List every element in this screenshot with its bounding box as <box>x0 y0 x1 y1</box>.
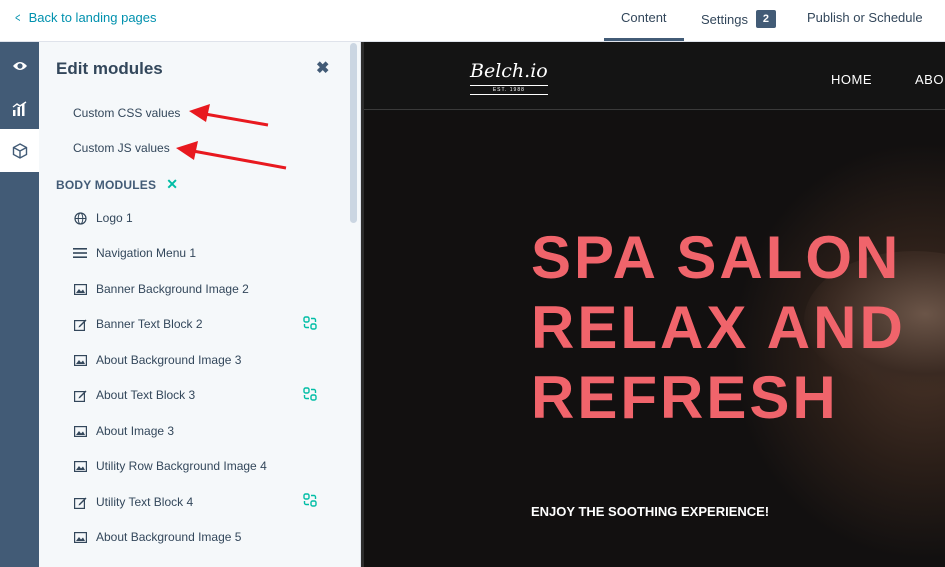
module-label: About Image 3 <box>96 424 175 438</box>
module-label: About Background Image 5 <box>96 530 242 544</box>
hero-title-line: SPA SALON <box>531 224 902 291</box>
logo-text: Belch.io <box>470 60 548 82</box>
panel-title: Edit modules <box>56 59 163 78</box>
module-about-background-image-3[interactable]: About Background Image 3 <box>73 353 241 367</box>
optimize-button[interactable] <box>0 87 39 130</box>
module-label: About Background Image 3 <box>96 353 242 367</box>
modules-button[interactable] <box>0 129 39 172</box>
custom-js-values-link[interactable]: Custom JS values <box>73 141 170 155</box>
edit-modules-panel: Edit modules ✖ Custom CSS values Custom … <box>39 42 361 567</box>
cube-icon <box>12 142 27 159</box>
global-module-icon[interactable] <box>303 493 317 507</box>
edit-icon <box>73 495 87 509</box>
chart-icon <box>12 100 26 116</box>
edit-icon <box>73 317 87 331</box>
eye-icon <box>12 61 27 70</box>
image-icon <box>73 530 87 544</box>
image-icon <box>73 459 87 473</box>
tab-content[interactable]: Content <box>621 10 667 25</box>
hero-title: SPA SALON RELAX AND REFRESH <box>531 223 906 433</box>
module-label: Banner Background Image 2 <box>96 282 249 296</box>
collapse-x-icon[interactable]: ✕ <box>166 176 178 193</box>
settings-count-badge: 2 <box>755 10 776 28</box>
module-label: Utility Text Block 4 <box>96 495 194 509</box>
module-label: Banner Text Block 2 <box>96 317 203 331</box>
close-icon[interactable]: ✖ <box>316 61 329 77</box>
tab-settings-label: Settings <box>701 11 748 27</box>
top-bar: < Back to landing pages Content Settings… <box>0 0 945 42</box>
page-preview: Belch.io EST. 1988 HOME ABO SPA SALON RE… <box>361 42 945 567</box>
site-logo[interactable]: Belch.io EST. 1988 <box>470 60 548 95</box>
custom-css-values-link[interactable]: Custom CSS values <box>73 106 180 120</box>
global-module-icon[interactable] <box>303 316 317 330</box>
module-label: About Text Block 3 <box>96 388 196 402</box>
hero-title-line: RELAX AND <box>531 294 906 361</box>
tab-settings[interactable]: Settings 2 <box>701 10 776 28</box>
module-label: Logo 1 <box>96 211 133 225</box>
left-icon-rail <box>0 42 39 567</box>
site-nav-home[interactable]: HOME <box>831 72 872 87</box>
module-banner-background-image-2[interactable]: Banner Background Image 2 <box>73 282 249 296</box>
globe-icon <box>73 211 87 225</box>
body-modules-section-header: BODY MODULES ✕ <box>56 176 178 193</box>
chevron-left-icon: < <box>15 10 21 25</box>
menu-icon <box>73 246 87 260</box>
image-icon <box>73 353 87 367</box>
module-about-text-block-3[interactable]: About Text Block 3 <box>73 388 195 402</box>
module-navigation-menu-1[interactable]: Navigation Menu 1 <box>73 246 196 260</box>
module-banner-text-block-2[interactable]: Banner Text Block 2 <box>73 317 203 331</box>
edit-icon <box>73 388 87 402</box>
module-utility-row-background-image-4[interactable]: Utility Row Background Image 4 <box>73 459 267 473</box>
preview-site-header: Belch.io EST. 1988 HOME ABO <box>364 42 945 110</box>
module-utility-text-block-4[interactable]: Utility Text Block 4 <box>73 495 193 509</box>
module-about-image-3[interactable]: About Image 3 <box>73 424 174 438</box>
preview-button[interactable] <box>0 44 39 87</box>
back-to-landing-pages-link[interactable]: < Back to landing pages <box>14 10 157 25</box>
logo-subtext: EST. 1988 <box>470 85 548 95</box>
image-icon <box>73 424 87 438</box>
hero-subtitle: ENJOY THE SOOTHING EXPERIENCE! <box>531 504 770 519</box>
section-label: BODY MODULES <box>56 177 157 192</box>
image-icon <box>73 282 87 296</box>
module-logo-1[interactable]: Logo 1 <box>73 211 133 225</box>
back-link-label: Back to landing pages <box>28 10 157 25</box>
module-label: Navigation Menu 1 <box>96 246 197 260</box>
module-about-background-image-5[interactable]: About Background Image 5 <box>73 530 241 544</box>
tab-publish-or-schedule[interactable]: Publish or Schedule <box>807 10 923 25</box>
active-tab-indicator <box>604 38 684 41</box>
module-label: Utility Row Background Image 4 <box>96 459 267 473</box>
panel-scrollbar-thumb[interactable] <box>350 43 357 223</box>
site-nav-about[interactable]: ABO <box>915 72 944 87</box>
global-module-icon[interactable] <box>303 387 317 401</box>
hero-title-line: REFRESH <box>531 364 839 431</box>
